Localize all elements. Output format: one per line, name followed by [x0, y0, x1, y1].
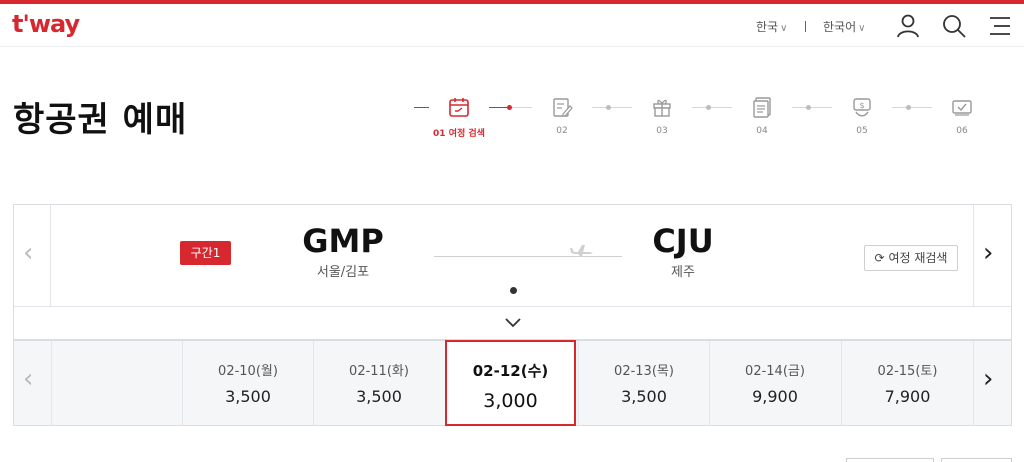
step-label: 02 [556, 126, 568, 136]
price-label: 3,000 [483, 390, 538, 412]
edit-document-icon [553, 98, 573, 117]
date-label: 02-13(목) [614, 364, 674, 379]
destination-city: 제주 [671, 265, 695, 280]
step-2: 02 [532, 96, 592, 136]
price-label: 3,500 [621, 387, 667, 406]
date-cell[interactable]: 02-11(화) 3,500 [313, 341, 444, 425]
price-label: 7,900 [884, 387, 931, 406]
airplane-icon [570, 245, 593, 257]
chevron-down-icon: ∨ [780, 23, 788, 34]
bottom-option-button[interactable] [941, 458, 1012, 462]
site-header: t'way 한국 ∨ 한국어 ∨ [0, 4, 1024, 47]
route-panel: ‹ › 구간1 GMP 서울/김포 CJU 제주 ⟳ 여정 재검색 [13, 204, 1012, 340]
region-selector[interactable]: 한국 ∨ [756, 18, 787, 35]
step-1: 01 여정 검색 [429, 96, 489, 139]
document-list-icon [753, 97, 771, 118]
destination-airport: CJU 제주 [628, 223, 738, 280]
chevron-down-icon: ∨ [858, 23, 866, 34]
re-search-label: 여정 재검색 [888, 251, 948, 265]
chevron-down-icon[interactable] [502, 311, 524, 333]
date-empty-slot [52, 341, 182, 425]
menu-icon[interactable] [986, 12, 1014, 40]
region-label: 한국 [756, 20, 779, 34]
origin-airport: GMP 서울/김포 [288, 223, 398, 280]
chevron-left-icon: ‹ [23, 364, 34, 394]
chevron-right-icon: › [983, 238, 994, 268]
date-label: 02-12(수) [472, 362, 549, 380]
calendar-icon [449, 98, 469, 117]
date-price-selector: ‹ 02-10(월) 3,500 02-11(화) 3,500 02-12(수)… [13, 340, 1012, 426]
step-label: 04 [756, 126, 768, 136]
route-prev-button[interactable]: ‹ [14, 205, 51, 306]
chevron-right-icon: › [983, 364, 994, 394]
step-dot [606, 105, 611, 110]
origin-code: GMP [302, 222, 384, 260]
date-prev-button[interactable]: ‹ [14, 341, 52, 425]
route-next-button[interactable]: › [973, 205, 1011, 306]
step-6: 06 [932, 96, 992, 136]
date-label: 02-11(화) [349, 364, 409, 379]
step-dot [906, 105, 911, 110]
step-label: 06 [956, 126, 968, 136]
date-cell[interactable]: 02-13(목) 3,500 [578, 341, 709, 425]
date-label: 02-14(금) [745, 364, 805, 379]
date-cell[interactable]: 02-14(금) 9,900 [709, 341, 840, 425]
language-label: 한국어 [823, 20, 857, 34]
search-icon[interactable] [940, 12, 968, 40]
user-icon[interactable] [894, 12, 922, 40]
date-cell[interactable]: 02-10(월) 3,500 [182, 341, 313, 425]
price-label: 9,900 [752, 387, 798, 406]
price-label: 3,500 [225, 387, 271, 406]
bottom-option-button[interactable] [846, 458, 934, 462]
date-cell-selected[interactable]: 02-12(수) 3,000 [445, 340, 576, 426]
step-label: 01 여정 검색 [433, 129, 485, 139]
date-cell[interactable]: 02-15(토) 7,900 [841, 341, 973, 425]
carousel-indicator[interactable] [510, 287, 517, 294]
origin-city: 서울/김포 [316, 265, 370, 280]
step-dot [806, 105, 811, 110]
booking-steps: 01 여정 검색 02 03 04 $ 05 06 [414, 92, 992, 144]
tway-logo[interactable]: t'way [12, 10, 80, 38]
step-label: 03 [656, 126, 668, 136]
header-divider [805, 21, 806, 32]
step-3: 03 [632, 96, 692, 136]
date-label: 02-10(월) [218, 364, 278, 379]
destination-code: CJU [652, 222, 714, 260]
gift-icon [653, 99, 671, 117]
page-title: 항공권 예매 [13, 100, 188, 140]
step-dot [706, 105, 711, 110]
step-5: $ 05 [832, 96, 892, 136]
ticket-check-icon [952, 100, 972, 116]
payment-icon: $ [853, 98, 871, 117]
refresh-icon: ⟳ [874, 251, 885, 265]
step-4: 04 [732, 96, 792, 136]
step-label: 05 [856, 126, 868, 136]
date-label: 02-15(토) [877, 364, 938, 379]
language-selector[interactable]: 한국어 ∨ [823, 18, 865, 35]
re-search-button[interactable]: ⟳ 여정 재검색 [864, 245, 958, 271]
segment-badge: 구간1 [180, 241, 231, 265]
svg-text:$: $ [859, 101, 864, 110]
date-next-button[interactable]: › [973, 341, 1011, 425]
price-label: 3,500 [356, 387, 402, 406]
chevron-left-icon: ‹ [23, 238, 34, 268]
route-divider [14, 306, 1011, 307]
